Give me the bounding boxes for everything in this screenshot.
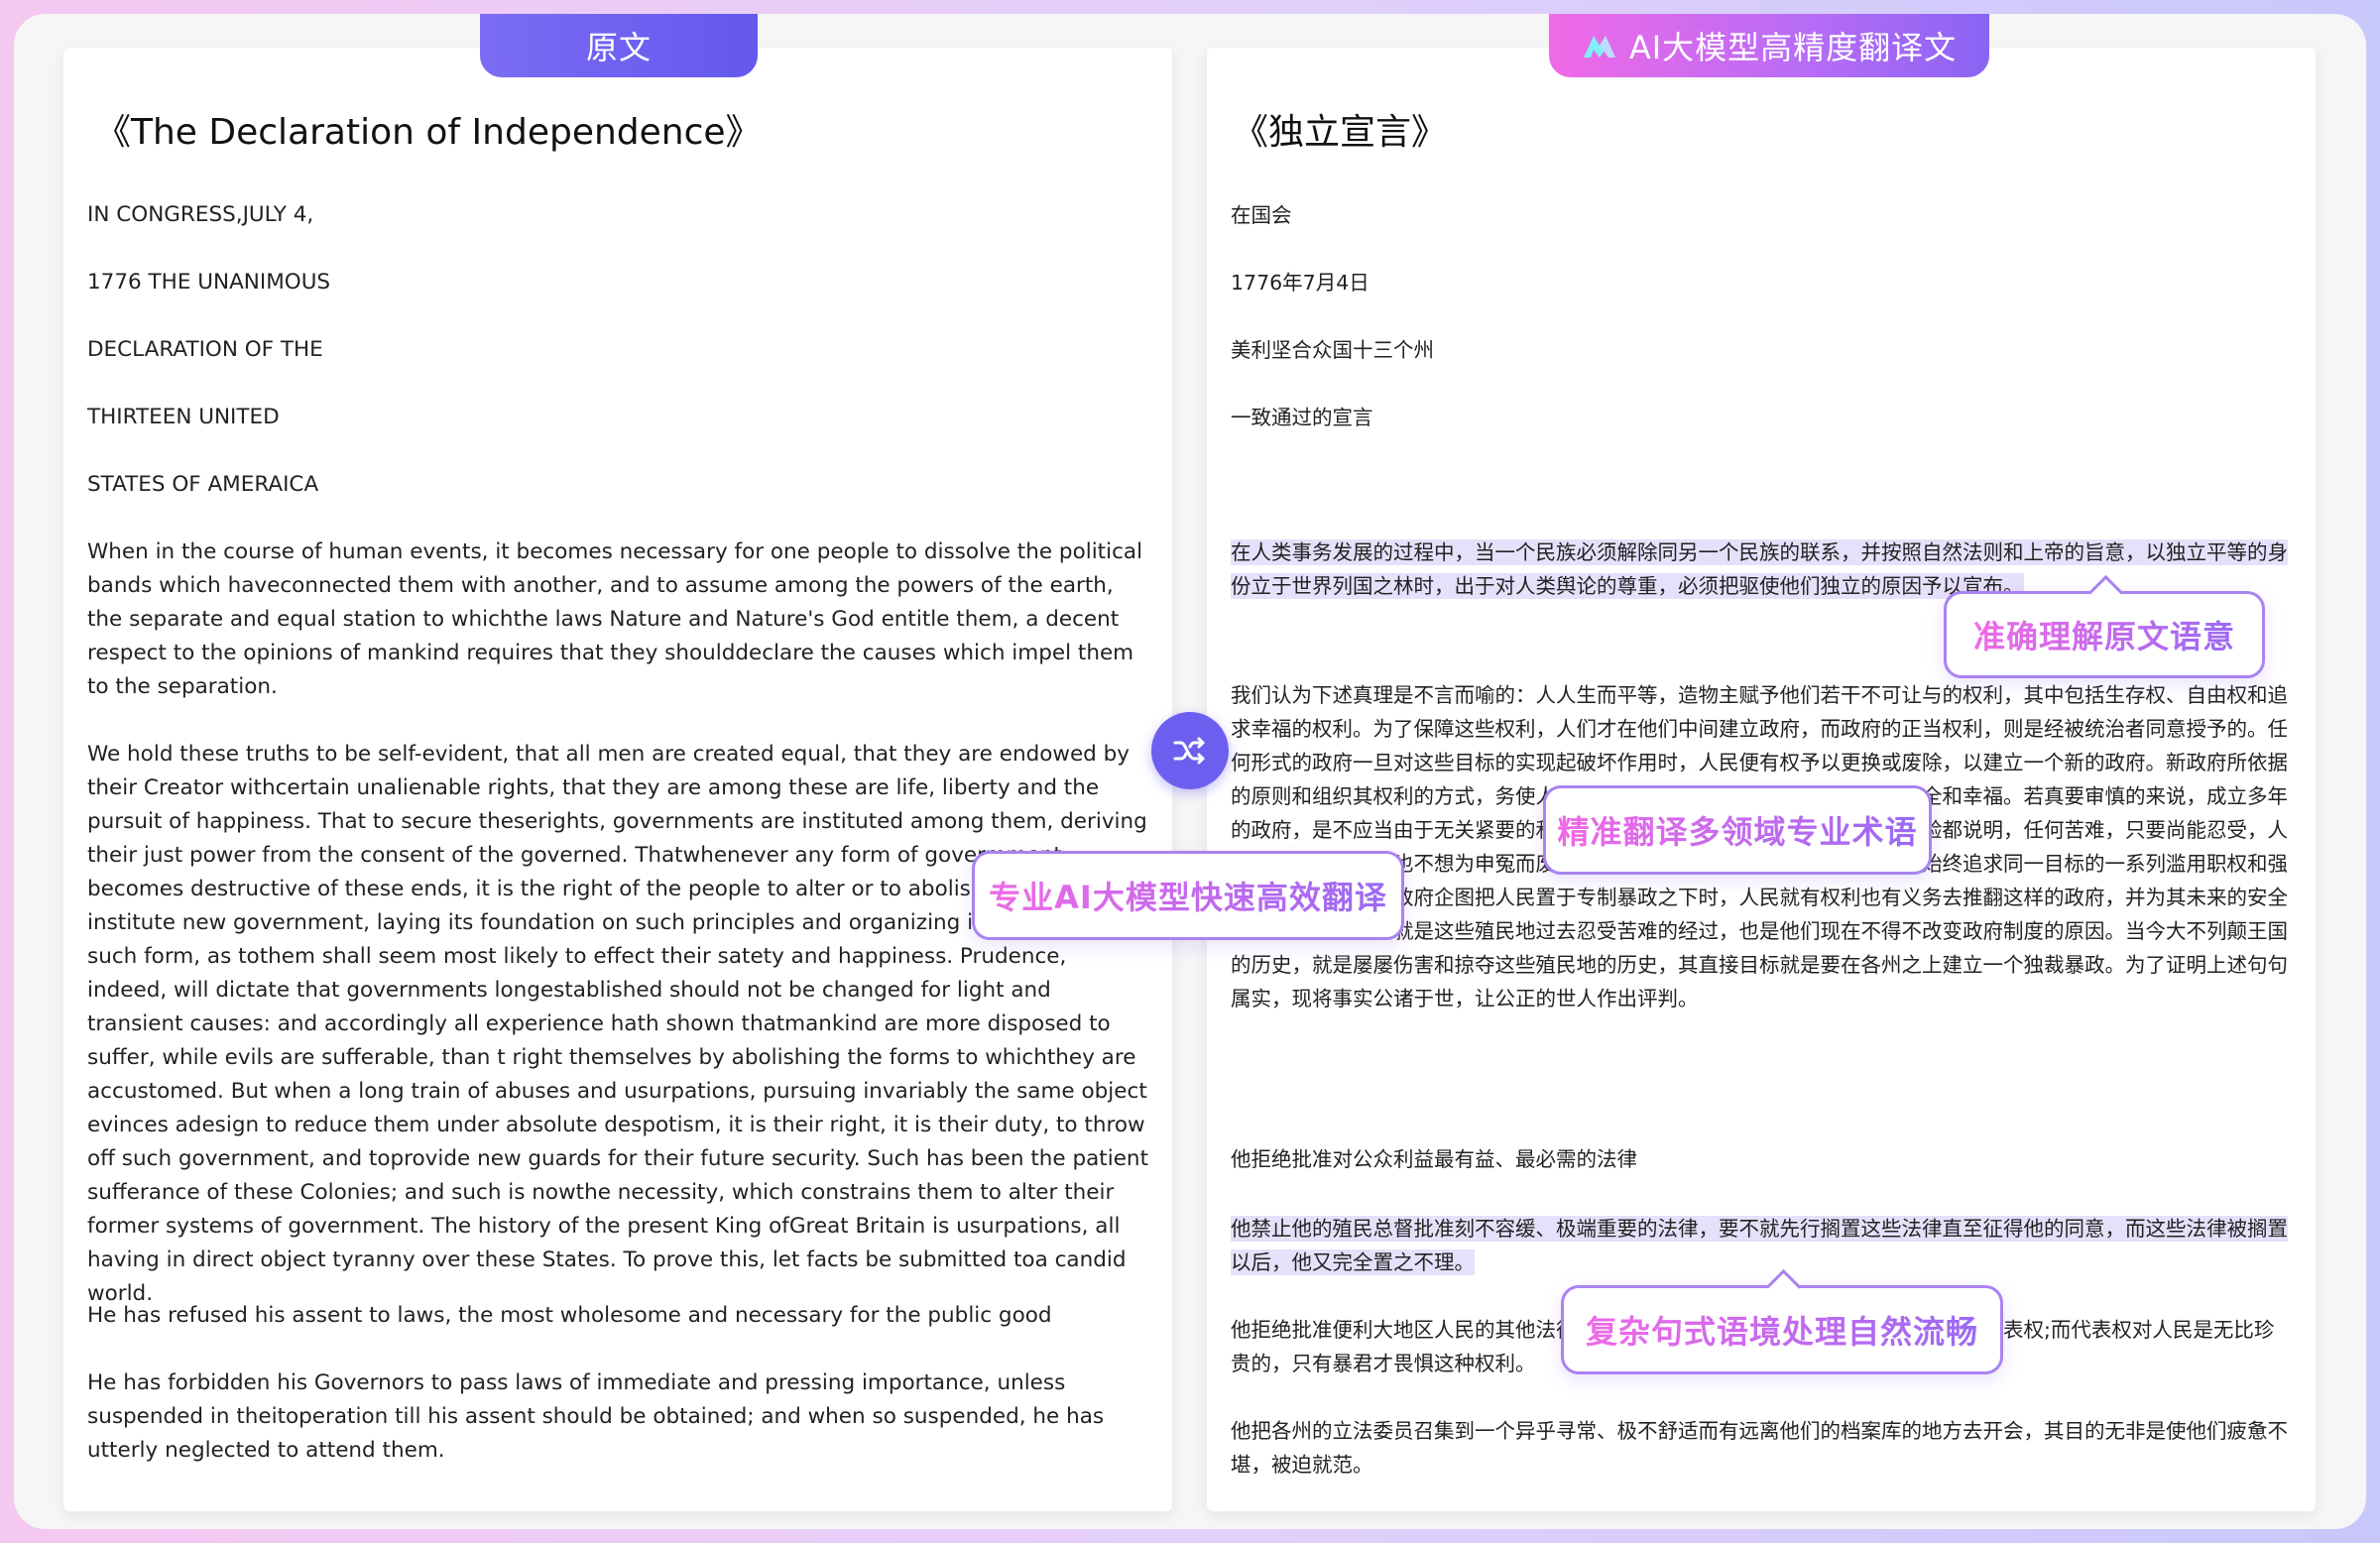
original-title: 《The Declaration of Independence》 xyxy=(95,112,762,153)
tab-original[interactable]: 原文 xyxy=(480,14,758,77)
app-frame: 原文 AI大模型高精度翻译文 《The Declaration of Indep… xyxy=(14,14,2366,1529)
shuffle-icon xyxy=(1173,737,1205,765)
callout-terms-text: 精准翻译多领域专业术语 xyxy=(1557,807,1917,853)
original-line: IN CONGRESS,JULY 4, xyxy=(87,202,314,227)
translated-line: 在国会 xyxy=(1231,203,1292,227)
callout-context: 复杂句式语境处理自然流畅 xyxy=(1561,1268,2003,1374)
translated-line: 1776年7月4日 xyxy=(1231,271,1369,295)
tab-translated-label: AI大模型高精度翻译文 xyxy=(1628,29,1958,66)
original-line: 1776 THE UNANIMOUS xyxy=(87,270,331,295)
original-paragraph: When in the course of human events, it b… xyxy=(87,539,1143,699)
translated-paragraph: 他禁止他的殖民总督批准刻不容缓、极端重要的法律，要不就先行搁置这些法律直至征得他… xyxy=(1231,1212,2294,1279)
translated-line: 一致通过的宣言 xyxy=(1231,406,1373,429)
translated-paragraph: 他拒绝批准对公众利益最有益、最必需的法律 xyxy=(1231,1147,1637,1171)
swap-button[interactable] xyxy=(1151,712,1229,789)
callout-fast-text: 专业AI大模型快速高效翻译 xyxy=(989,873,1387,918)
original-panel: 《The Declaration of Independence》 IN CON… xyxy=(63,48,1172,1511)
highlighted-sentence[interactable]: 在人类事务发展的过程中，当一个民族必须解除同另一个民族的联系，并按照自然法则和上… xyxy=(1231,539,2288,599)
original-line: DECLARATION OF THE xyxy=(87,337,323,362)
ai-logo-icon xyxy=(1583,36,1615,58)
callout-terms: 精准翻译多领域专业术语 xyxy=(1543,785,1932,875)
callout-fast: 专业AI大模型快速高效翻译 xyxy=(972,851,1404,940)
original-paragraph: He has refused his assent to laws, the m… xyxy=(87,1303,1052,1328)
original-line: STATES OF AMERAICA xyxy=(87,472,319,497)
tab-original-label: 原文 xyxy=(585,29,652,66)
tab-translated[interactable]: AI大模型高精度翻译文 xyxy=(1549,14,1989,77)
translated-title: 《独立宣言》 xyxy=(1233,112,1448,153)
original-line: THIRTEEN UNITED xyxy=(87,405,280,429)
callout-understand: 准确理解原文语意 xyxy=(1944,574,2265,678)
original-paragraph: We hold these truths to be self-evident,… xyxy=(87,742,1148,1306)
translated-paragraph: 他把各州的立法委员召集到一个异乎寻常、极不舒适而有远离他们的档案库的地方去开会，… xyxy=(1231,1419,2288,1477)
original-paragraph: He has forbidden his Governors to pass l… xyxy=(87,1370,1105,1463)
translated-line: 美利坚合众国十三个州 xyxy=(1231,338,1434,362)
highlighted-sentence[interactable]: 他禁止他的殖民总督批准刻不容缓、极端重要的法律，要不就先行搁置这些法律直至征得他… xyxy=(1231,1216,2288,1275)
callout-context-text: 复杂句式语境处理自然流畅 xyxy=(1586,1307,1978,1353)
callout-understand-text: 准确理解原文语意 xyxy=(1973,612,2235,657)
